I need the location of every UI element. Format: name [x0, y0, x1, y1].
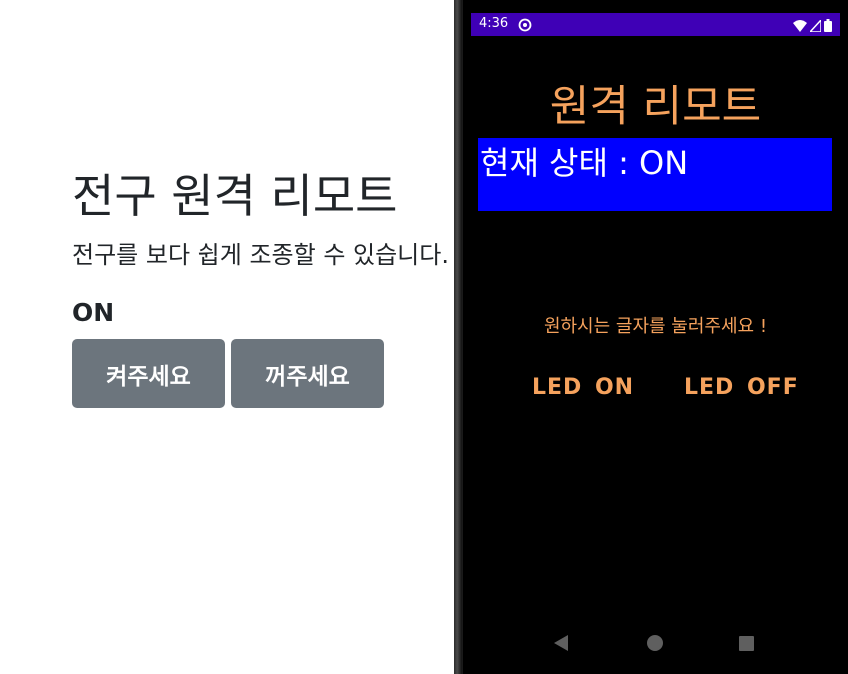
web-page-title: 전구 원격 리모트 — [72, 169, 398, 223]
instruction-text: 원하시는 글자를 눌러주세요 ! — [543, 316, 768, 337]
recent-apps-icon[interactable] — [739, 636, 754, 651]
wifi-icon — [793, 17, 807, 36]
led-off-button[interactable]: LED OFF — [684, 373, 799, 403]
turn-on-button[interactable]: 켜주세요 — [72, 339, 225, 408]
signal-icon — [808, 17, 822, 36]
turn-off-button[interactable]: 꺼주세요 — [231, 339, 384, 408]
home-icon[interactable] — [647, 635, 663, 651]
phone-edge — [454, 0, 462, 674]
sync-icon — [518, 17, 532, 32]
battery-icon — [824, 17, 832, 36]
current-state-box: 현재 상태 : ON — [478, 138, 832, 211]
android-status-bar: 4:36 — [471, 13, 840, 36]
current-state-text: 현재 상태 : ON — [480, 144, 689, 182]
back-icon[interactable] — [553, 634, 569, 656]
app-title: 원격 리모트 — [549, 82, 762, 132]
status-time: 4:36 — [479, 16, 509, 31]
led-on-button[interactable]: LED ON — [532, 373, 634, 403]
web-page: 전구 원격 리모트 전구를 보다 쉽게 조종할 수 있습니다. ON 켜주세요 … — [0, 0, 460, 674]
web-page-lead: 전구를 보다 쉽게 조종할 수 있습니다. — [72, 241, 449, 269]
android-nav-bar — [463, 620, 848, 666]
web-status-text: ON — [72, 298, 115, 327]
